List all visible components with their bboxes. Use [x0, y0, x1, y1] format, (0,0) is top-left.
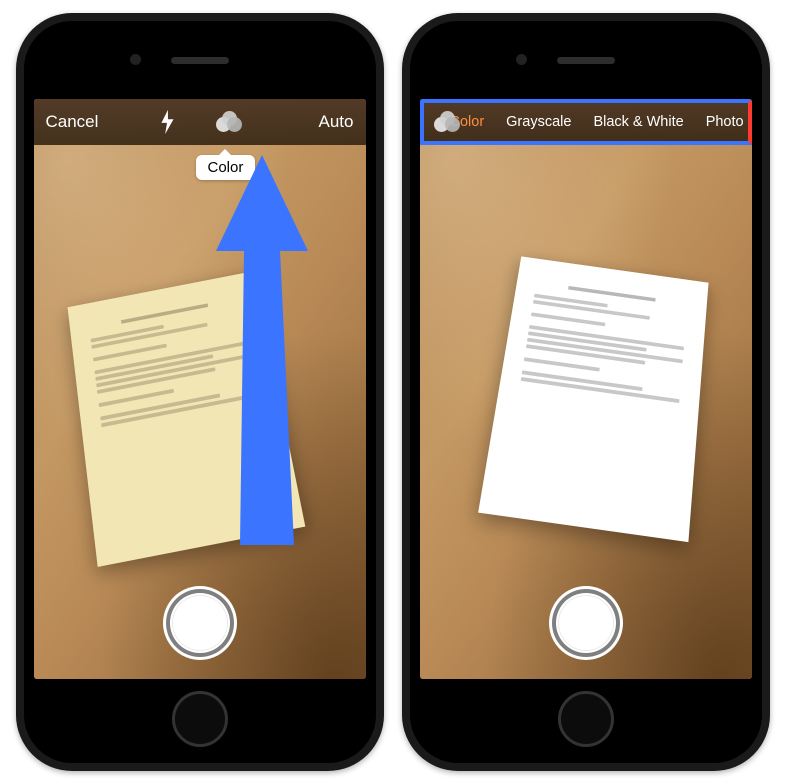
shutter-button[interactable] — [166, 589, 234, 657]
phone-speaker — [557, 57, 615, 64]
shutter-button[interactable] — [552, 589, 620, 657]
flash-icon[interactable] — [158, 109, 176, 135]
filter-mode-bar: Color Grayscale Black & White Photo — [420, 99, 752, 145]
mode-grayscale[interactable]: Grayscale — [506, 114, 571, 130]
phone-front-camera — [516, 54, 527, 65]
phone-bezel: Color Grayscale Black & White Photo — [410, 21, 762, 763]
capture-mode-button[interactable]: Auto — [319, 112, 354, 132]
mode-black-white[interactable]: Black & White — [593, 114, 683, 130]
home-button[interactable] — [172, 691, 228, 747]
scanner-screen: Color Grayscale Black & White Photo — [420, 99, 752, 679]
scanner-screen: Cancel Auto Color — [34, 99, 366, 679]
filter-icon[interactable] — [216, 111, 242, 133]
home-button[interactable] — [558, 691, 614, 747]
phone-frame-right: Color Grayscale Black & White Photo — [402, 13, 770, 771]
phone-frame-left: Cancel Auto Color — [16, 13, 384, 771]
scanner-toolbar: Cancel Auto — [34, 99, 366, 145]
phone-bezel: Cancel Auto Color — [24, 21, 376, 763]
mode-photo[interactable]: Photo — [706, 114, 744, 130]
filter-tooltip: Color — [196, 155, 256, 180]
phone-front-camera — [130, 54, 141, 65]
phone-speaker — [171, 57, 229, 64]
cancel-button[interactable]: Cancel — [46, 112, 99, 132]
